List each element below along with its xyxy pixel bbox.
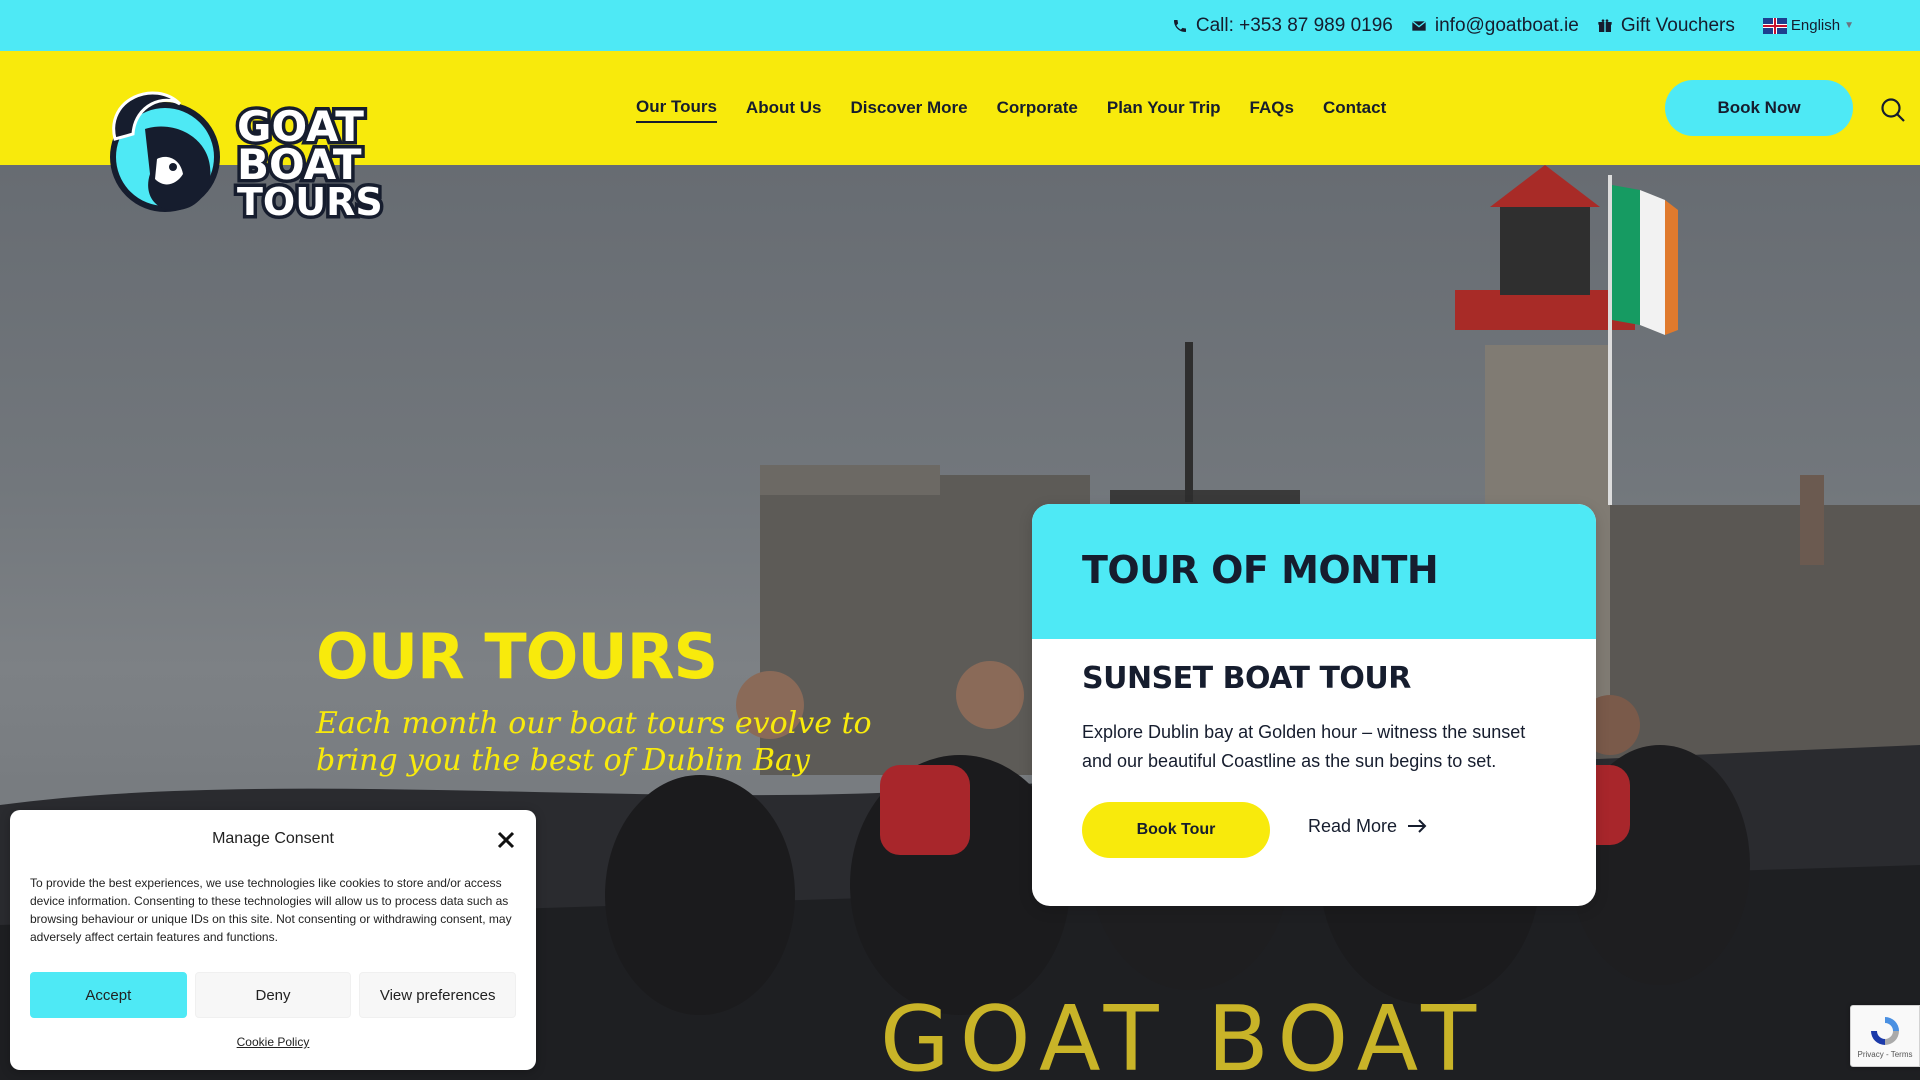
envelope-icon [1411, 20, 1426, 31]
view-preferences-button[interactable]: View preferences [359, 972, 517, 1018]
main-nav: Our Tours About Us Discover More Corpora… [636, 51, 1386, 165]
hero-subtitle: Each month our boat tours evolve to brin… [316, 706, 872, 778]
nav-about-us[interactable]: About Us [746, 94, 822, 122]
language-selector[interactable]: English ▼ [1762, 17, 1854, 34]
cookie-consent-dialog: Manage Consent To provide the best exper… [10, 810, 536, 1070]
nav-our-tours[interactable]: Our Tours [636, 93, 717, 123]
goat-boat-logo[interactable]: GOAT BOAT TOURS [95, 79, 385, 259]
nav-plan-your-trip[interactable]: Plan Your Trip [1107, 94, 1221, 122]
nav-discover-more[interactable]: Discover More [850, 94, 967, 122]
email-text: info@goatboat.ie [1434, 14, 1579, 36]
card-actions: Book Tour Read More [1082, 802, 1546, 858]
card-heading: TOUR OF MONTH [1082, 548, 1439, 592]
close-icon[interactable] [496, 830, 516, 850]
nav-contact[interactable]: Contact [1323, 94, 1386, 122]
phone-link[interactable]: Call: +353 87 989 0196 [1172, 15, 1393, 37]
consent-body: To provide the best experiences, we use … [30, 876, 512, 944]
accept-button[interactable]: Accept [30, 972, 187, 1018]
phone-text: Call: +353 87 989 0196 [1195, 14, 1393, 36]
site-header: GOAT BOAT TOURS Our Tours About Us Disco… [0, 51, 1920, 228]
cookie-policy-link[interactable]: Cookie Policy [10, 1035, 536, 1049]
top-bar: Call: +353 87 989 0196 info@goatboat.ie … [0, 0, 1920, 51]
card-header: TOUR OF MONTH [1032, 504, 1596, 639]
nav-corporate[interactable]: Corporate [997, 94, 1078, 122]
gift-icon [1598, 18, 1612, 32]
phone-icon [1173, 19, 1186, 32]
tour-description: Explore Dublin bay at Golden hour – witn… [1082, 722, 1526, 771]
gift-vouchers-link[interactable]: Gift Vouchers [1597, 15, 1735, 37]
search-icon[interactable] [1880, 97, 1906, 123]
hero-title: OUR TOURS [316, 620, 718, 693]
tour-name: SUNSET BOAT TOUR [1082, 661, 1411, 696]
caret-down-icon: ▼ [1844, 20, 1854, 31]
boat-hull-text: GOAT BOAT [880, 987, 1486, 1080]
book-now-button[interactable]: Book Now [1665, 80, 1853, 136]
read-more-label: Read More [1308, 815, 1398, 836]
consent-buttons: Accept Deny View preferences [30, 972, 517, 1018]
card-body: SUNSET BOAT TOUR Explore Dublin bay at G… [1032, 639, 1596, 880]
book-tour-button[interactable]: Book Tour [1082, 802, 1270, 858]
tour-of-month-card: TOUR OF MONTH SUNSET BOAT TOUR Explore D… [1032, 504, 1596, 906]
email-link[interactable]: info@goatboat.ie [1411, 15, 1579, 37]
uk-flag-icon [1762, 17, 1787, 34]
recaptcha-text[interactable]: Privacy - Terms [1858, 1050, 1913, 1059]
arrow-right-icon [1408, 819, 1427, 833]
gift-vouchers-text: Gift Vouchers [1620, 14, 1735, 36]
recaptcha-icon [1871, 1016, 1899, 1045]
consent-title: Manage Consent [212, 830, 334, 847]
logo-line-3: TOURS [237, 180, 383, 224]
read-more-link[interactable]: Read More [1308, 816, 1427, 837]
recaptcha-badge[interactable]: Privacy - Terms [1850, 1005, 1920, 1067]
nav-faqs[interactable]: FAQs [1250, 94, 1294, 122]
deny-button[interactable]: Deny [194, 972, 352, 1018]
language-label: English [1790, 17, 1841, 34]
